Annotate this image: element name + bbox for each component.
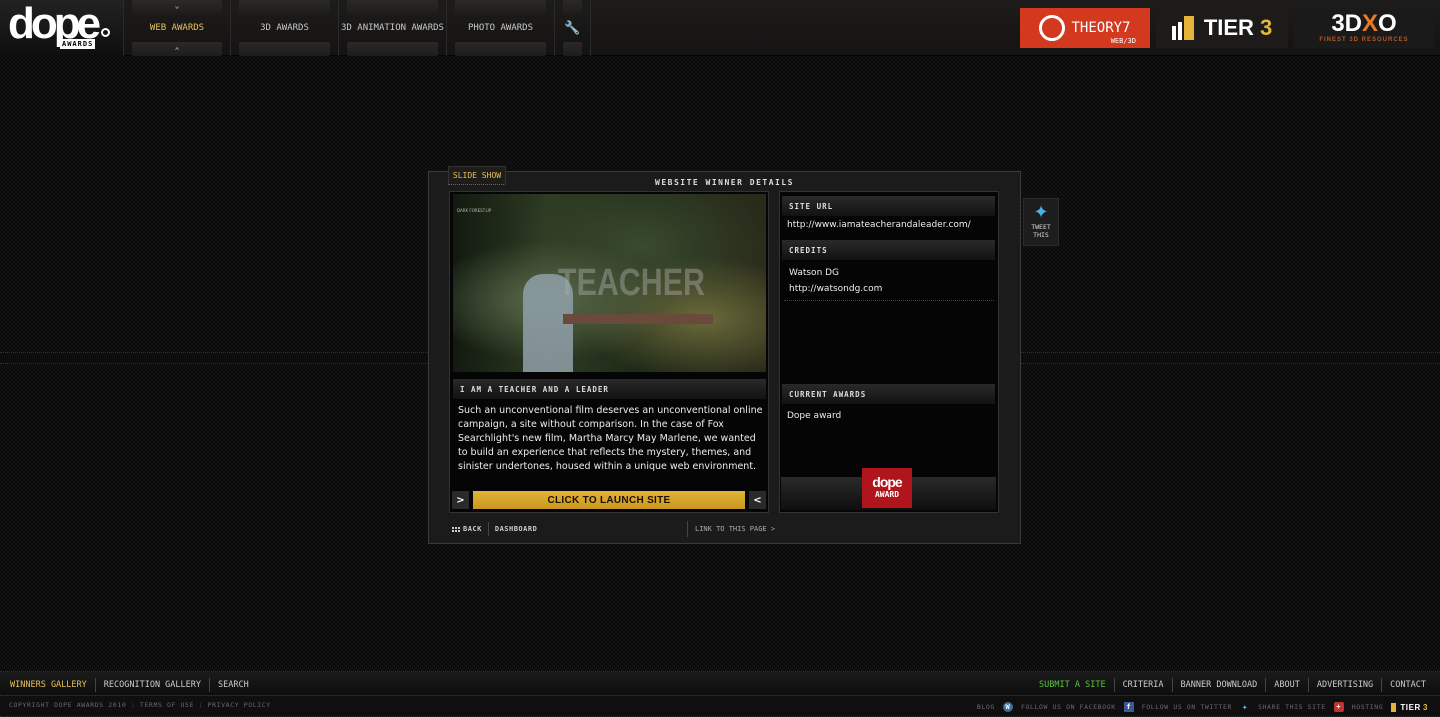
current-awards-heading: CURRENT AWARDS bbox=[782, 384, 995, 404]
theory7-tag: WEB/3D bbox=[1110, 37, 1136, 45]
site-name-heading: I AM A TEACHER AND A LEADER bbox=[453, 379, 766, 399]
nav-label: WEB AWARDS bbox=[149, 23, 205, 33]
divider bbox=[784, 300, 994, 301]
next-arrow-button[interactable]: < bbox=[749, 491, 766, 509]
screenshot-overlay-word: TEACHER bbox=[558, 262, 705, 304]
tweet-label-2: THIS bbox=[1033, 231, 1049, 239]
facebook-icon[interactable]: f bbox=[1123, 702, 1134, 712]
hosting-label: HOSTING bbox=[1351, 703, 1384, 711]
3dxo-3d: 3D bbox=[1331, 10, 1362, 37]
site-url-heading: SITE URL bbox=[782, 196, 995, 216]
privacy-link[interactable]: PRIVACY POLICY bbox=[208, 701, 271, 709]
tools-button[interactable]: 🔧 bbox=[555, 0, 591, 56]
3dxo-banner[interactable]: 3DXO FINEST 3D RESOURCES bbox=[1294, 8, 1434, 48]
3dxo-o: O bbox=[1378, 10, 1397, 37]
site-url-link[interactable]: http://www.iamateacherandaleader.com/ bbox=[787, 220, 971, 230]
footer-bottom-bar: COPYRIGHT DOPE AWARDS 2010 : TERMS OF US… bbox=[0, 697, 1440, 717]
main-nav: ⌄ WEB AWARDS ⌃ 3D AWARDS 3D ANIMATION AW… bbox=[124, 0, 591, 56]
theory7-logo-icon bbox=[1039, 15, 1066, 41]
copyright-text: COPYRIGHT DOPE AWARDS 2010 bbox=[9, 701, 127, 709]
tier3-logo-icon bbox=[1171, 16, 1194, 40]
wrench-icon: 🔧 bbox=[564, 20, 581, 36]
dope-awards-logo[interactable]: dope AWARDS bbox=[0, 0, 124, 56]
top-bar: dope AWARDS ⌄ WEB AWARDS ⌃ 3D AWARDS 3D … bbox=[0, 0, 1440, 56]
nav-photo-awards[interactable]: PHOTO AWARDS bbox=[447, 0, 555, 56]
nav-3d-animation-awards[interactable]: 3D ANIMATION AWARDS bbox=[339, 0, 447, 56]
badge-word: dope bbox=[872, 474, 902, 490]
nav-label: 3D ANIMATION AWARDS bbox=[341, 23, 444, 33]
share-link[interactable]: SHARE THIS SITE bbox=[1258, 703, 1326, 711]
footer-left-nav: WINNERS GALLERY RECOGNITION GALLERY SEAR… bbox=[2, 672, 257, 697]
tier3-hosting-logo[interactable]: TIER 3 bbox=[1391, 702, 1428, 712]
copyright-line: COPYRIGHT DOPE AWARDS 2010 : TERMS OF US… bbox=[9, 701, 271, 709]
tier3-small-icon bbox=[1391, 702, 1397, 712]
site-screenshot[interactable]: DARK FOREST.UP TEACHER bbox=[453, 194, 766, 372]
tier3-name: TIER bbox=[1203, 15, 1254, 40]
3dxo-wordmark: 3DXO bbox=[1331, 12, 1396, 36]
share-icon[interactable]: + bbox=[1333, 702, 1344, 712]
wordpress-icon[interactable]: W bbox=[1002, 702, 1013, 712]
back-button[interactable]: BACK bbox=[452, 525, 482, 533]
launch-row: > CLICK TO LAUNCH SITE < bbox=[452, 491, 766, 509]
credit-link[interactable]: http://watsondg.com bbox=[789, 284, 882, 294]
social-links: BLOG W FOLLOW US ON FACEBOOK f FOLLOW US… bbox=[977, 699, 1428, 715]
slideshow-tab[interactable]: SLIDE SHOW bbox=[448, 166, 506, 185]
footer-banner-download[interactable]: BANNER DOWNLOAD bbox=[1171, 677, 1266, 692]
sponsor-banners: THEORY7 WEB/3D TIER 3 3DXO FINEST 3D RES… bbox=[1020, 8, 1434, 48]
host-num: 3 bbox=[1422, 702, 1428, 712]
award-item: Dope award bbox=[787, 411, 842, 421]
footer-winners-gallery[interactable]: WINNERS GALLERY bbox=[2, 678, 95, 692]
host-name: TIER bbox=[1400, 702, 1421, 712]
footer-contact[interactable]: CONTACT bbox=[1381, 677, 1434, 692]
chevron-down-icon: ⌄ bbox=[174, 1, 180, 10]
screenshot-mini-text: DARK FOREST.UP bbox=[457, 208, 492, 213]
theory7-banner[interactable]: THEORY7 WEB/3D bbox=[1020, 8, 1150, 48]
nav-3d-awards[interactable]: 3D AWARDS bbox=[231, 0, 339, 56]
footer-search[interactable]: SEARCH bbox=[209, 677, 257, 692]
footer-submit-site[interactable]: SUBMIT A SITE bbox=[1031, 678, 1114, 692]
badge-label: AWARD bbox=[874, 490, 900, 499]
footer-right-nav: SUBMIT A SITE CRITERIA BANNER DOWNLOAD A… bbox=[1031, 672, 1434, 697]
footer-nav-bar: WINNERS GALLERY RECOGNITION GALLERY SEAR… bbox=[0, 671, 1440, 696]
credit-name: Watson DG bbox=[789, 268, 840, 278]
grid-icon bbox=[452, 526, 460, 532]
facebook-link[interactable]: FOLLOW US ON FACEBOOK bbox=[1021, 703, 1116, 711]
blog-link[interactable]: BLOG bbox=[977, 703, 995, 711]
prev-arrow-button[interactable]: > bbox=[452, 491, 469, 509]
theory7-name: THEORY7 bbox=[1071, 20, 1131, 36]
launch-site-button[interactable]: CLICK TO LAUNCH SITE bbox=[473, 491, 745, 509]
dope-award-badge[interactable]: dope AWARD bbox=[862, 468, 912, 508]
dashboard-link[interactable]: DASHBOARD bbox=[487, 522, 537, 536]
tweet-this-button[interactable]: ✦ TWEET THIS bbox=[1023, 198, 1059, 246]
3dxo-tag: FINEST 3D RESOURCES bbox=[1319, 37, 1409, 43]
nav-label: 3D AWARDS bbox=[260, 23, 309, 33]
footer-criteria[interactable]: CRITERIA bbox=[1113, 677, 1172, 692]
terms-link[interactable]: TERMS OF USE bbox=[140, 701, 194, 709]
twitter-link[interactable]: FOLLOW US ON TWITTER bbox=[1142, 703, 1232, 711]
panel-title: WEBSITE WINNER DETAILS bbox=[655, 178, 794, 187]
tier3-banner[interactable]: TIER 3 bbox=[1156, 8, 1288, 48]
footer-advertising[interactable]: ADVERTISING bbox=[1307, 677, 1381, 692]
screenshot-arm bbox=[563, 314, 713, 324]
chevron-up-icon: ⌃ bbox=[174, 46, 180, 55]
logo-sub: AWARDS bbox=[60, 39, 96, 49]
registered-icon bbox=[101, 28, 110, 37]
credits-heading: CREDITS bbox=[782, 240, 995, 260]
nav-web-awards[interactable]: ⌄ WEB AWARDS ⌃ bbox=[124, 0, 231, 56]
site-description: Such an unconventional film deserves an … bbox=[458, 405, 763, 472]
tier3-num: 3 bbox=[1259, 15, 1273, 40]
footer-recognition-gallery[interactable]: RECOGNITION GALLERY bbox=[94, 677, 209, 692]
tweet-label-1: TWEET bbox=[1031, 223, 1051, 231]
link-to-page[interactable]: LINK TO THIS PAGE > bbox=[687, 521, 775, 537]
nav-label: PHOTO AWARDS bbox=[467, 23, 534, 33]
footer-about[interactable]: ABOUT bbox=[1265, 677, 1308, 692]
twitter-bird-icon: ✦ bbox=[1033, 202, 1049, 223]
twitter-icon[interactable]: ✦ bbox=[1240, 702, 1250, 713]
3dxo-x: X bbox=[1362, 10, 1379, 37]
back-label: BACK bbox=[463, 525, 482, 533]
